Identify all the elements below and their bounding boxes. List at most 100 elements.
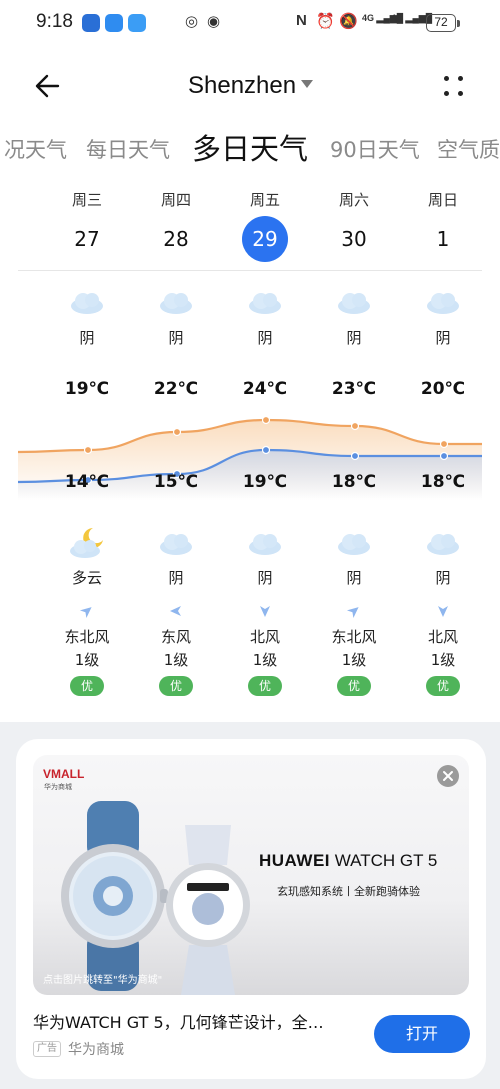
dot <box>458 76 463 81</box>
wind-direction: 东北风 <box>64 628 110 646</box>
high-temp-point <box>83 445 93 455</box>
high-temp: 20℃ <box>420 379 466 399</box>
high-temp-point <box>172 427 182 437</box>
tab-air-quality[interactable]: 空气质 <box>437 134 500 164</box>
ad-source: 华为商城 <box>68 1042 124 1058</box>
wind-direction: 东北风 <box>331 628 377 646</box>
night-condition: 阴 <box>257 569 273 587</box>
weekday-label: 周三 <box>71 191 102 209</box>
dot <box>458 91 463 96</box>
day-condition: 阴 <box>346 329 362 347</box>
day-condition: 阴 <box>257 329 273 347</box>
wind-direction-icon <box>79 607 92 619</box>
date-number: 27 <box>74 227 100 251</box>
weekday-label: 周日 <box>427 191 458 209</box>
wind-direction: 北风 <box>249 628 280 646</box>
forecast-tabs: 况天气 每日天气 多日天气 90日天气 空气质 <box>0 126 500 170</box>
status-bar: 9:18 ◎ ◉ N ⏰ 🔕 4G ▂▄▆█ 4G ▂▄▆█ 72 <box>0 0 500 48</box>
ad-tagline: 玄玑感知系统丨全新跑骑体验 <box>277 885 420 898</box>
caret-down-icon[interactable] <box>301 80 313 88</box>
eye-comfort-icon: ◉ <box>207 13 221 30</box>
low-temp: 18℃ <box>331 472 377 492</box>
high-temp: 19℃ <box>64 379 110 399</box>
cloud-icon <box>249 534 281 555</box>
weekday-label: 周五 <box>249 191 280 209</box>
low-temp: 19℃ <box>242 472 288 492</box>
date-number: 28 <box>163 227 189 251</box>
battery-tip <box>457 20 460 27</box>
forecast-panel <box>0 0 500 722</box>
dot <box>444 91 449 96</box>
wind-direction-icon <box>346 607 359 619</box>
cloud-icon <box>427 534 459 555</box>
day-condition: 阴 <box>79 329 95 347</box>
wind-direction: 东风 <box>160 628 191 646</box>
cloud-icon <box>71 293 103 314</box>
night-condition: 多云 <box>71 569 102 587</box>
tab-90day[interactable]: 90日天气 <box>330 134 420 164</box>
data-saver-icon: ◎ <box>185 13 199 30</box>
low-temp-point <box>261 445 271 455</box>
aqi-badge: 优 <box>248 676 282 696</box>
wind-level: 1级 <box>163 651 189 669</box>
app-notification-icon <box>128 14 146 32</box>
cloud-moon-icon <box>70 528 103 558</box>
high-temp-point <box>261 415 271 425</box>
weekday-label: 周四 <box>160 191 191 209</box>
dot <box>444 76 449 81</box>
aqi-badge: 优 <box>159 676 193 696</box>
ad-card[interactable]: VMALL 华为商城 HUAWEI WATCH GT 5 玄玑感知系统丨全新跑骑… <box>16 739 486 1079</box>
nfc-icon: N <box>296 12 307 29</box>
ad-product-model: WATCH GT 5 <box>334 851 438 870</box>
city-selector[interactable]: Shenzhen <box>188 72 296 100</box>
ad-banner-image[interactable]: VMALL 华为商城 HUAWEI WATCH GT 5 玄玑感知系统丨全新跑骑… <box>33 755 469 995</box>
more-options-button[interactable] <box>436 70 472 102</box>
cloud-icon <box>338 293 370 314</box>
mute-icon: 🔕 <box>339 13 358 30</box>
ad-title[interactable]: 华为WATCH GT 5，几何锋芒设计，全… <box>33 1009 363 1033</box>
night-condition: 阴 <box>346 569 362 587</box>
weekday-label: 周六 <box>338 191 369 209</box>
app-notification-icon <box>105 14 123 32</box>
high-temp-point <box>439 439 449 449</box>
tab-daily[interactable]: 每日天气 <box>86 134 170 164</box>
high-temp: 24℃ <box>242 379 288 399</box>
selected-date: 29 <box>242 216 288 262</box>
night-condition: 阴 <box>435 569 451 587</box>
low-temp: 18℃ <box>420 472 466 492</box>
day-condition: 阴 <box>435 329 451 347</box>
ad-open-button[interactable]: 打开 <box>374 1015 470 1053</box>
tab-multiday[interactable]: 多日天气 <box>192 126 308 168</box>
aqi-badge: 优 <box>426 676 460 696</box>
ad-product-brand: HUAWEI <box>259 851 330 870</box>
low-temp-point <box>350 451 360 461</box>
arrow-left-icon <box>35 74 60 98</box>
wind-level: 1级 <box>74 651 100 669</box>
night-condition: 阴 <box>168 569 184 587</box>
low-temp: 15℃ <box>153 472 199 492</box>
back-button[interactable] <box>30 68 66 104</box>
watch-white-image <box>166 825 250 995</box>
cloud-icon <box>427 293 459 314</box>
battery-level: 72 <box>434 15 448 29</box>
vmall-logo: VMALL <box>43 767 85 781</box>
high-temp-point <box>350 421 360 431</box>
high-temp: 22℃ <box>153 379 199 399</box>
status-time: 9:18 <box>36 11 73 32</box>
battery-icon: 72 <box>426 14 456 32</box>
alarm-icon: ⏰ <box>316 13 335 30</box>
wind-level: 1级 <box>341 651 367 669</box>
ad-label-badge: 广告 <box>33 1041 61 1057</box>
wind-direction-icon <box>170 606 181 616</box>
cloud-icon <box>160 293 192 314</box>
wind-level: 1级 <box>430 651 456 669</box>
tab-realtime[interactable]: 况天气 <box>4 134 67 164</box>
watch-blue-image <box>61 801 168 991</box>
low-temp-point <box>439 451 449 461</box>
wind-direction-icon <box>438 606 448 617</box>
aqi-badge: 优 <box>70 676 104 696</box>
close-icon <box>443 771 453 781</box>
aqi-badge: 优 <box>337 676 371 696</box>
ad-close-button[interactable] <box>437 765 459 787</box>
wind-direction: 北风 <box>427 628 458 646</box>
